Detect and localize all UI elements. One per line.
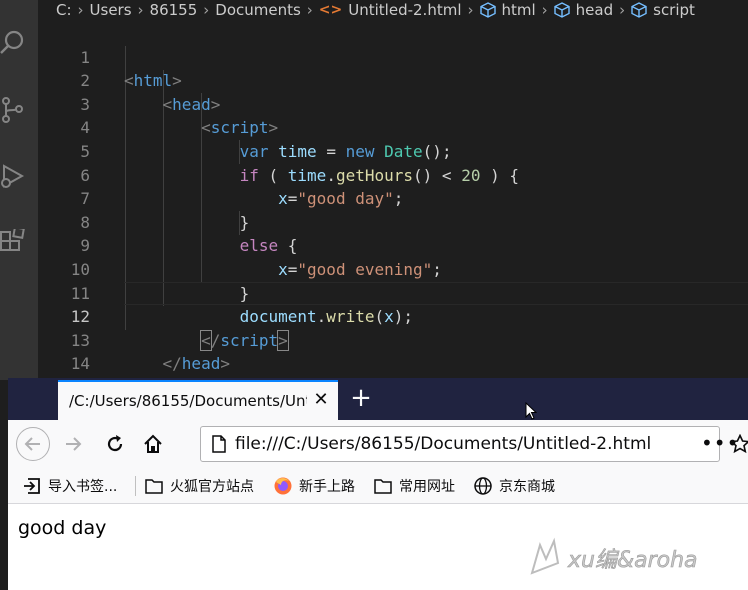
tab-strip: /C:/Users/86155/Documents/Untitled-2.htm… [8, 378, 748, 420]
search-icon[interactable] [0, 28, 26, 56]
home-button[interactable] [138, 429, 168, 459]
code-line: 14 </html> [38, 329, 748, 397]
breadcrumb-item[interactable]: Documents [215, 1, 301, 19]
run-debug-icon[interactable] [0, 162, 26, 190]
arrow-left-icon [24, 437, 40, 451]
navigation-toolbar: file:///C:/Users/86155/Documents/Untitle… [8, 420, 748, 468]
bookmark-label: 火狐官方站点 [170, 479, 254, 495]
breadcrumb-item[interactable]: script [653, 1, 695, 19]
breadcrumb-item[interactable]: head [576, 1, 613, 19]
code-editor[interactable]: C: › Users › 86155 › Documents › <> Unti… [38, 0, 748, 397]
code-line-current: 12 </script> [38, 281, 748, 351]
code-line: 10 } [38, 234, 748, 303]
breadcrumb: C: › Users › 86155 › Documents › <> Unti… [56, 0, 695, 20]
reload-icon [107, 435, 123, 452]
star-icon[interactable] [730, 434, 748, 454]
symbol-cube-icon [631, 2, 647, 18]
bookmarks-toolbar: 导入书签... 火狐官方站点 新手上路 常用网址 京东商城 [8, 468, 748, 504]
bookmark-item[interactable]: 新手上路 [273, 468, 355, 504]
arrow-right-icon [66, 437, 82, 451]
watermark-logo: xu编&aroha [530, 537, 698, 575]
folder-icon [145, 479, 163, 494]
breadcrumb-item[interactable]: Untitled-2.html [348, 1, 461, 19]
page-content: good day xu编&aroha [8, 505, 748, 590]
extensions-icon[interactable] [0, 228, 26, 256]
code-line: 7 } [38, 164, 748, 232]
code-line: 5 if ( time.getHours() < 20 ) { [38, 116, 748, 185]
page-icon [212, 435, 226, 453]
chevron-right-icon: › [467, 1, 474, 19]
firefox-logo-icon [274, 477, 292, 495]
bookmark-item[interactable]: 京东商城 [473, 468, 555, 504]
forward-button[interactable] [58, 429, 88, 459]
code-line: 3 <script> [38, 69, 748, 138]
bookmark-item[interactable]: 常用网址 [373, 468, 455, 504]
url-text[interactable]: file:///C:/Users/86155/Documents/Untitle… [235, 434, 651, 454]
breadcrumb-item[interactable]: C: [56, 1, 72, 19]
mouse-cursor-icon [525, 402, 537, 420]
html-file-icon: <> [318, 2, 343, 18]
close-icon[interactable]: ✕ [312, 391, 330, 409]
code-line: 15 [38, 352, 748, 397]
reload-button[interactable] [100, 429, 130, 459]
symbol-cube-icon [553, 2, 570, 18]
code-line: 9 x="good evening"; [38, 211, 748, 279]
code-line: 8 else { [38, 187, 748, 256]
code-line: 2 <head> [38, 46, 748, 114]
back-button[interactable] [16, 427, 50, 461]
bookmark-label: 新手上路 [299, 479, 355, 495]
source-control-icon[interactable] [0, 96, 26, 124]
breadcrumb-item[interactable]: Users [90, 1, 132, 19]
code-line: 4 var time = new Date(); [38, 93, 748, 161]
code-line: 6 x="good day"; [38, 140, 748, 209]
chevron-right-icon: › [77, 1, 84, 19]
bookmark-label: 导入书签... [48, 479, 118, 495]
chevron-right-icon: › [203, 1, 210, 19]
activity-bar [0, 0, 38, 380]
bookmark-item[interactable]: 火狐官方站点 [144, 468, 254, 504]
code-line: 11 document.write(x); [38, 258, 748, 327]
code-line: 1 <html> [38, 22, 748, 91]
bookmark-import[interactable]: 导入书签... [22, 468, 117, 504]
chevron-right-icon: › [619, 1, 626, 19]
bookmark-label: 常用网址 [399, 479, 455, 495]
chevron-right-icon: › [541, 1, 548, 19]
watermark-text: xu编&aroha [567, 548, 698, 573]
url-bar[interactable]: file:///C:/Users/86155/Documents/Untitle… [200, 426, 738, 462]
browser-tab[interactable]: /C:/Users/86155/Documents/Untitled-2.htm… [58, 380, 338, 420]
home-icon [144, 434, 162, 453]
import-icon [24, 478, 40, 494]
breadcrumb-item[interactable]: html [502, 1, 536, 19]
firefox-window: /C:/Users/86155/Documents/Untitled-2.htm… [8, 378, 748, 590]
folder-icon [374, 479, 392, 494]
globe-icon [474, 477, 492, 495]
divider [135, 476, 136, 496]
chevron-right-icon: › [306, 1, 313, 19]
page-output-text: good day [18, 517, 107, 539]
code-line: 13 </head> [38, 305, 748, 374]
bookmark-label: 京东商城 [499, 479, 555, 495]
breadcrumb-item[interactable]: 86155 [150, 1, 198, 19]
tab-title: /C:/Users/86155/Documents/Untitled-2.htm… [69, 392, 307, 410]
new-tab-button[interactable]: + [347, 384, 375, 412]
chevron-right-icon: › [137, 1, 144, 19]
symbol-cube-icon [479, 2, 496, 18]
code-area[interactable]: 1 <html> 2 <head> 3 <script> 4 var time … [38, 22, 748, 397]
